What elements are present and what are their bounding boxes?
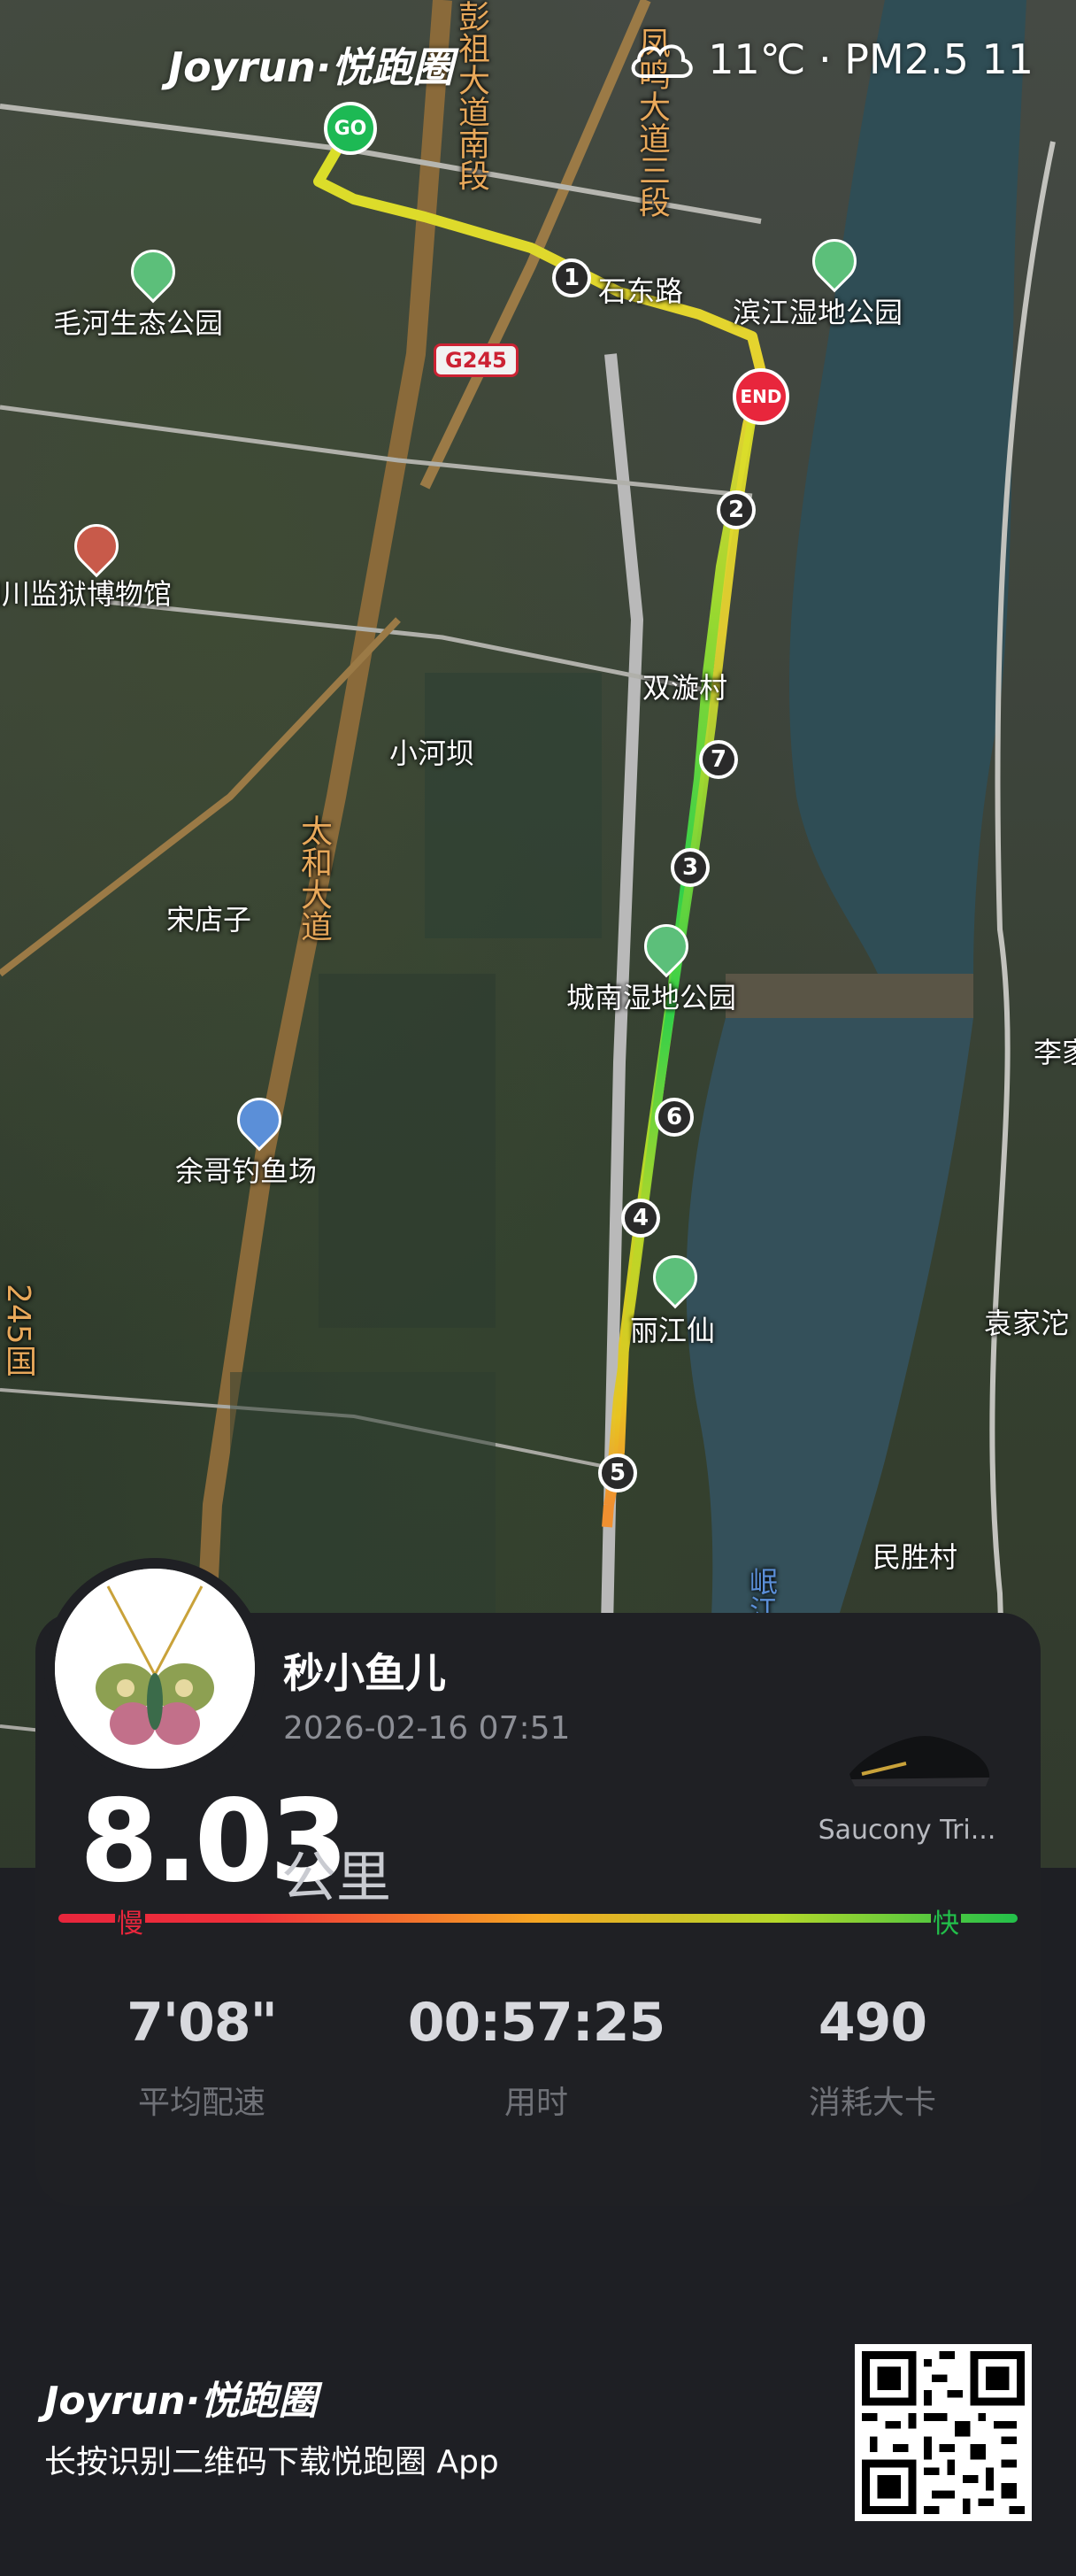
map-label-lijiang: 丽江仙 bbox=[630, 1314, 716, 1347]
map-label-yuge-fishpond: 余哥钓鱼场 bbox=[175, 1154, 318, 1188]
river bbox=[788, 0, 1026, 991]
download-tagline: 长按识别二维码下载悦跑圈 App bbox=[44, 2444, 499, 2480]
km-marker-7[interactable]: 7 bbox=[699, 740, 738, 779]
map-label-xiaoheba: 小河坝 bbox=[389, 737, 475, 770]
stat-label: 平均配速 bbox=[137, 2085, 265, 2121]
river-bank bbox=[726, 974, 973, 1018]
km-marker-1[interactable]: 1 bbox=[552, 258, 591, 297]
pace-fast-label: 快 bbox=[931, 1901, 961, 1940]
footer-brand-logo: Joyrun·悦跑圈 bbox=[44, 2379, 318, 2424]
stat-value: 490 bbox=[818, 1992, 927, 2054]
end-marker[interactable]: END bbox=[733, 368, 789, 425]
map-label-songdianzi: 宋店子 bbox=[166, 903, 252, 937]
pace-gradient-bar bbox=[58, 1914, 1018, 1923]
qr-code-icon bbox=[862, 2351, 1025, 2514]
run-route-end bbox=[602, 1504, 614, 1528]
field-patch bbox=[425, 673, 602, 938]
km-marker-6[interactable]: 6 bbox=[655, 1098, 694, 1137]
stat-duration: 00:57:25 用时 bbox=[404, 1992, 669, 2123]
cloud-icon bbox=[631, 44, 693, 78]
map-label-prison-museum: 四川监狱博物馆 bbox=[0, 577, 173, 611]
weather-info: 11℃ · PM2.5 11 bbox=[626, 35, 1034, 83]
map-label-minsheng: 民胜村 bbox=[872, 1540, 958, 1574]
shoe-label[interactable]: Saucony Tri... bbox=[796, 1815, 1018, 1846]
road-h3 bbox=[105, 599, 709, 693]
map-label-yuanjia: 袁家沱 bbox=[984, 1307, 1070, 1340]
stat-calories: 490 消耗大卡 bbox=[740, 1992, 1005, 2123]
map-label-binjiang-park: 滨江湿地公园 bbox=[733, 296, 903, 329]
km-marker-4[interactable]: 4 bbox=[621, 1199, 660, 1238]
field-patch bbox=[319, 974, 496, 1328]
distance-unit: 公里 bbox=[281, 1845, 392, 1909]
km-marker-5[interactable]: 5 bbox=[598, 1454, 637, 1492]
username: 秒小鱼儿 bbox=[283, 1649, 446, 1697]
highway-shield: G245 bbox=[434, 343, 519, 377]
stat-value: 7'08" bbox=[127, 1992, 278, 2054]
stat-label: 消耗大卡 bbox=[808, 2085, 936, 2121]
avatar[interactable] bbox=[44, 1558, 265, 1779]
pace-slow-label: 慢 bbox=[115, 1901, 145, 1940]
map-label-pengzu-road: 彭祖大道南段 bbox=[453, 0, 489, 191]
run-datetime: 2026-02-16 07:51 bbox=[283, 1710, 571, 1747]
stat-label: 用时 bbox=[503, 2085, 568, 2121]
map-label-li: 李家 bbox=[1034, 1036, 1076, 1069]
stat-average-pace: 7'08" 平均配速 bbox=[69, 1992, 334, 2123]
km-marker-3[interactable]: 3 bbox=[671, 848, 710, 887]
km-marker-2[interactable]: 2 bbox=[717, 490, 756, 529]
map-label-maohe-park: 毛河生态公园 bbox=[53, 306, 224, 340]
map-label-road-245: 245国 bbox=[0, 1284, 36, 1377]
start-marker[interactable]: GO bbox=[324, 102, 377, 155]
weather-text: 11℃ · PM2.5 11 bbox=[708, 35, 1034, 83]
map-label-chengnan-park: 城南湿地公园 bbox=[566, 981, 737, 1014]
butterfly-necklace-image bbox=[55, 1569, 255, 1769]
map-label-taihe-avenue: 太和大道 bbox=[296, 814, 332, 942]
shoe-icon bbox=[849, 1735, 990, 1786]
map-label-shiyan-road: 石东路 bbox=[598, 274, 684, 308]
map-label-shuangxuan: 双漩村 bbox=[642, 671, 728, 705]
stat-value: 00:57:25 bbox=[407, 1992, 665, 2054]
brand-logo: Joyrun·悦跑圈 bbox=[168, 43, 454, 91]
qr-code[interactable] bbox=[855, 2344, 1032, 2521]
road-h2 bbox=[0, 405, 753, 498]
